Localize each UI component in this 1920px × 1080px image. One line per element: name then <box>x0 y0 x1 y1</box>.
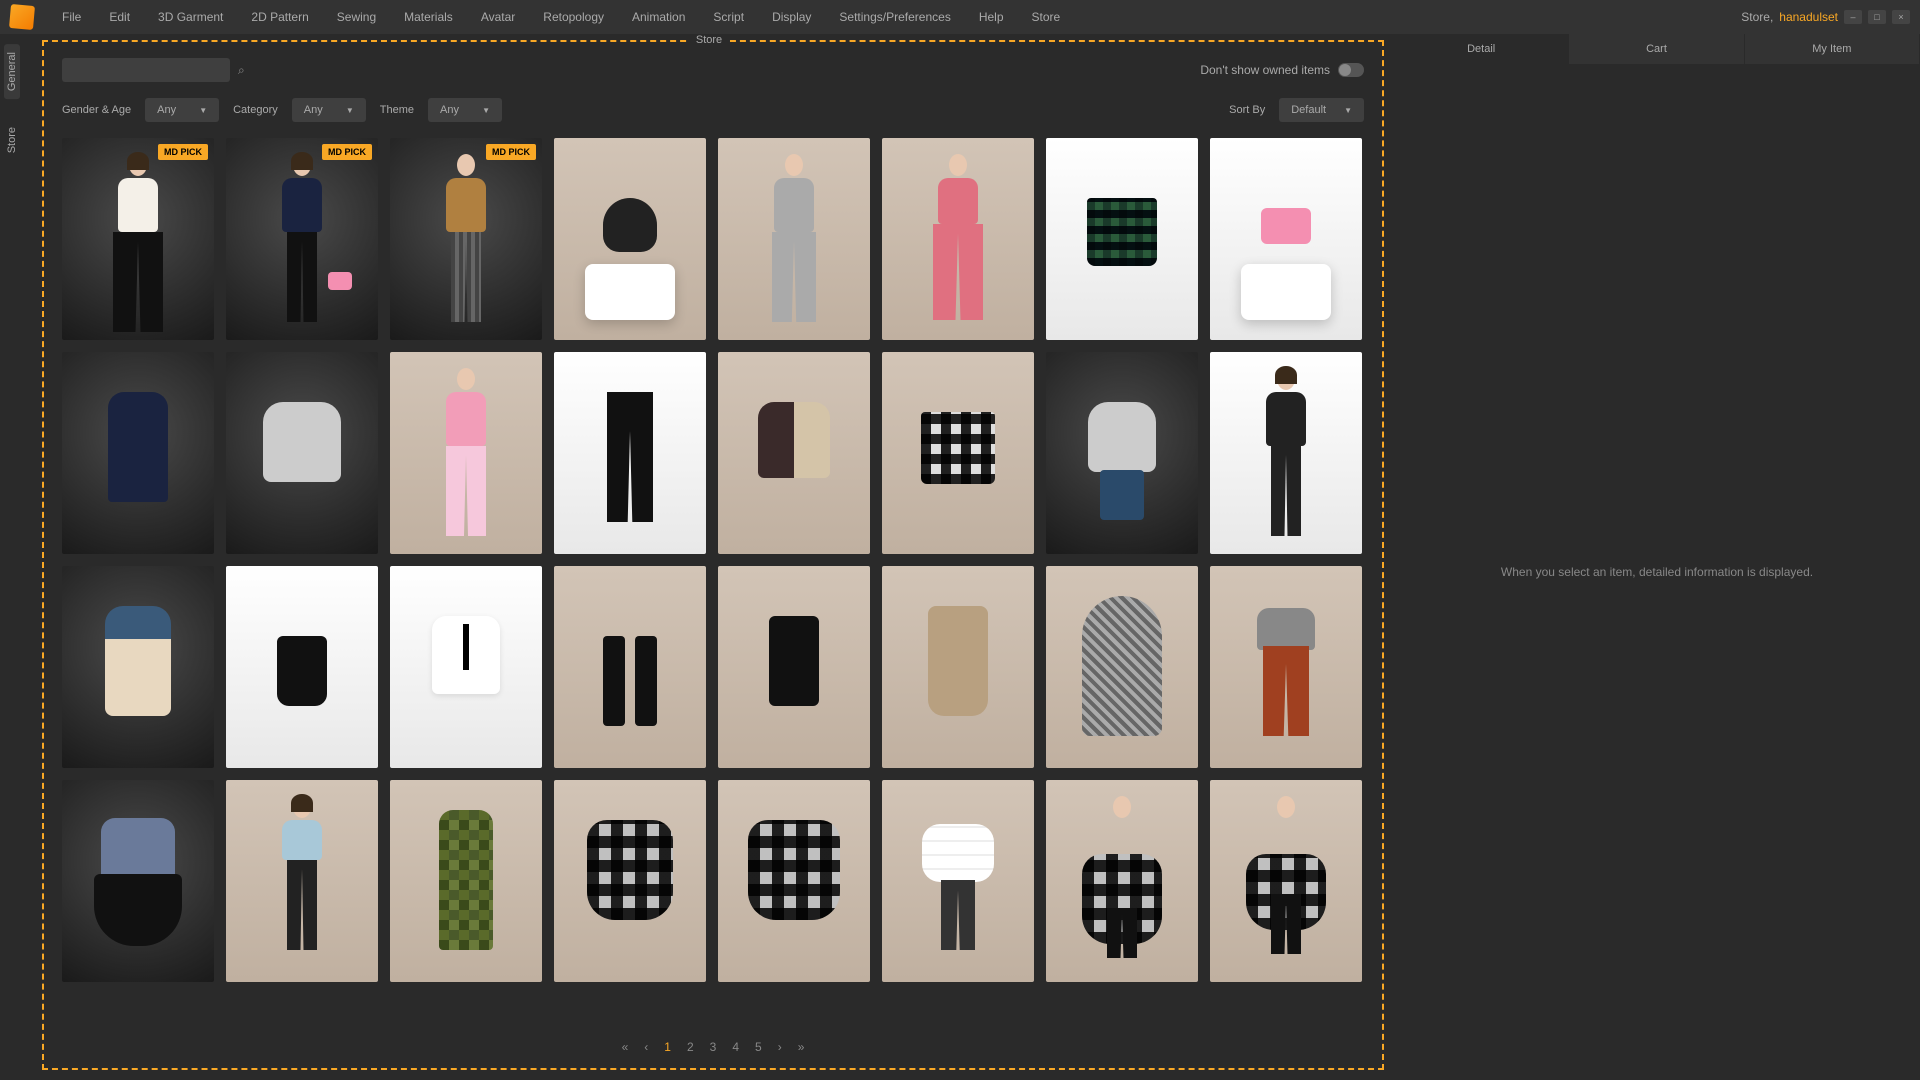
tab-detail[interactable]: Detail <box>1394 34 1569 64</box>
pagination: « ‹ 1 2 3 4 5 › » <box>62 1040 1364 1054</box>
item-card[interactable] <box>1210 352 1362 554</box>
menu-3d-garment[interactable]: 3D Garment <box>148 6 233 28</box>
chevron-down-icon: ▼ <box>482 106 490 115</box>
sort-label: Sort By <box>1229 104 1265 116</box>
item-card[interactable]: MD PICK <box>390 138 542 340</box>
page-3[interactable]: 3 <box>710 1040 717 1054</box>
right-tabs: Detail Cart My Item <box>1394 34 1920 64</box>
item-card[interactable] <box>1046 138 1198 340</box>
filter-theme-dropdown[interactable]: Any ▼ <box>428 98 502 122</box>
page-last[interactable]: » <box>798 1040 805 1054</box>
page-2[interactable]: 2 <box>687 1040 694 1054</box>
menu-display[interactable]: Display <box>762 6 821 28</box>
item-card[interactable] <box>62 780 214 982</box>
item-card[interactable] <box>1046 780 1198 982</box>
item-card[interactable] <box>882 138 1034 340</box>
item-card[interactable] <box>1210 566 1362 768</box>
page-prev[interactable]: ‹ <box>644 1040 648 1054</box>
vtab-store[interactable]: Store <box>4 119 20 161</box>
item-card[interactable] <box>718 352 870 554</box>
item-card[interactable] <box>554 566 706 768</box>
item-card[interactable] <box>718 566 870 768</box>
filter-gender-label: Gender & Age <box>62 104 131 116</box>
search-icon[interactable]: ⌕ <box>238 63 245 78</box>
detail-placeholder: When you select an item, detailed inform… <box>1394 64 1920 1080</box>
menu-help[interactable]: Help <box>969 6 1014 28</box>
item-card[interactable] <box>882 566 1034 768</box>
item-grid: MD PICK MD PICK MD PICK <box>62 138 1364 982</box>
item-card[interactable] <box>390 566 542 768</box>
menu-sewing[interactable]: Sewing <box>327 6 386 28</box>
minimize-icon[interactable]: – <box>1844 10 1862 24</box>
chevron-down-icon: ▼ <box>199 106 207 115</box>
menu-retopology[interactable]: Retopology <box>533 6 614 28</box>
item-card[interactable] <box>62 352 214 554</box>
item-card[interactable] <box>882 780 1034 982</box>
main-menu: File Edit 3D Garment 2D Pattern Sewing M… <box>52 6 1070 28</box>
username[interactable]: hanadulset <box>1779 10 1838 24</box>
chevron-down-icon: ▼ <box>346 106 354 115</box>
tab-myitem[interactable]: My Item <box>1745 34 1920 64</box>
item-card[interactable] <box>554 138 706 340</box>
page-first[interactable]: « <box>622 1040 629 1054</box>
menu-file[interactable]: File <box>52 6 91 28</box>
item-card[interactable] <box>1210 138 1362 340</box>
item-card[interactable] <box>1046 566 1198 768</box>
store-label: Store, <box>1741 10 1773 24</box>
page-5[interactable]: 5 <box>755 1040 762 1054</box>
dont-show-owned-label: Don't show owned items <box>1200 63 1330 77</box>
search-input[interactable] <box>62 58 230 82</box>
left-vertical-tabs: General Store <box>0 34 24 1080</box>
filter-gender-dropdown[interactable]: Any ▼ <box>145 98 219 122</box>
item-card[interactable] <box>1046 352 1198 554</box>
maximize-icon[interactable]: □ <box>1868 10 1886 24</box>
menu-2d-pattern[interactable]: 2D Pattern <box>241 6 318 28</box>
close-icon[interactable]: × <box>1892 10 1910 24</box>
item-card[interactable] <box>1210 780 1362 982</box>
item-card[interactable] <box>554 780 706 982</box>
menu-animation[interactable]: Animation <box>622 6 695 28</box>
tab-cart[interactable]: Cart <box>1569 34 1744 64</box>
item-card[interactable]: MD PICK <box>62 138 214 340</box>
vtab-general[interactable]: General <box>4 44 20 99</box>
md-pick-badge: MD PICK <box>486 144 536 160</box>
item-card[interactable] <box>62 566 214 768</box>
right-panel: Detail Cart My Item When you select an i… <box>1394 34 1920 1080</box>
item-card[interactable] <box>226 352 378 554</box>
menu-store[interactable]: Store <box>1022 6 1071 28</box>
filter-category-value: Any <box>304 104 323 116</box>
chevron-down-icon: ▼ <box>1344 106 1352 115</box>
item-card[interactable]: MD PICK <box>226 138 378 340</box>
menu-avatar[interactable]: Avatar <box>471 6 525 28</box>
item-card[interactable] <box>390 780 542 982</box>
item-card[interactable] <box>882 352 1034 554</box>
item-card[interactable] <box>718 138 870 340</box>
sort-value: Default <box>1291 104 1326 116</box>
sort-dropdown[interactable]: Default ▼ <box>1279 98 1364 122</box>
filter-theme-label: Theme <box>380 104 414 116</box>
menu-edit[interactable]: Edit <box>99 6 140 28</box>
md-pick-badge: MD PICK <box>322 144 372 160</box>
menu-materials[interactable]: Materials <box>394 6 463 28</box>
store-panel-title: Store <box>688 34 730 46</box>
menu-settings[interactable]: Settings/Preferences <box>829 6 960 28</box>
store-panel: Store ⌕ Don't show owned items Gender & … <box>24 34 1394 1080</box>
page-next[interactable]: › <box>778 1040 782 1054</box>
menu-script[interactable]: Script <box>703 6 754 28</box>
item-card[interactable] <box>226 566 378 768</box>
page-1[interactable]: 1 <box>664 1040 671 1054</box>
item-card[interactable] <box>390 352 542 554</box>
filter-gender-value: Any <box>157 104 176 116</box>
page-4[interactable]: 4 <box>732 1040 739 1054</box>
menubar: File Edit 3D Garment 2D Pattern Sewing M… <box>0 0 1920 34</box>
md-pick-badge: MD PICK <box>158 144 208 160</box>
dont-show-owned-toggle[interactable] <box>1338 63 1364 77</box>
app-logo-icon[interactable] <box>9 4 35 30</box>
item-card[interactable] <box>554 352 706 554</box>
item-card[interactable] <box>718 780 870 982</box>
filter-category-dropdown[interactable]: Any ▼ <box>292 98 366 122</box>
filter-theme-value: Any <box>440 104 459 116</box>
filter-category-label: Category <box>233 104 278 116</box>
item-card[interactable] <box>226 780 378 982</box>
